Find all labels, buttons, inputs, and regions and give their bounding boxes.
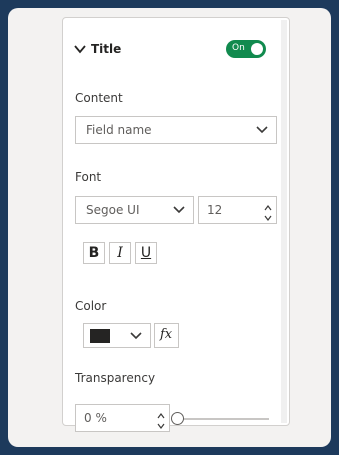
underline-button[interactable]: U xyxy=(135,242,157,264)
decrement-icon[interactable] xyxy=(264,210,272,221)
transparency-stepper[interactable]: 0 % xyxy=(75,404,170,432)
chevron-down-icon xyxy=(256,126,268,134)
conditional-format-button[interactable]: fx xyxy=(154,323,179,348)
font-size-value: 12 xyxy=(207,203,223,217)
font-family-value: Segoe UI xyxy=(86,203,140,217)
transparency-slider-thumb[interactable] xyxy=(171,412,184,425)
font-family-dropdown[interactable]: Segoe UI xyxy=(75,196,194,224)
decrement-icon[interactable] xyxy=(157,418,165,429)
fx-icon: fx xyxy=(160,327,173,342)
transparency-slider-track[interactable] xyxy=(177,418,269,420)
format-pane: Title On Content Field name Font Segoe U… xyxy=(62,17,290,432)
transparency-label: Transparency xyxy=(75,371,156,385)
content-dropdown[interactable]: Field name xyxy=(75,116,277,144)
chevron-down-icon xyxy=(130,332,142,340)
content-label: Content xyxy=(75,91,123,105)
color-picker[interactable] xyxy=(83,323,151,348)
font-size-stepper[interactable]: 12 xyxy=(198,196,277,224)
transparency-value: 0 % xyxy=(84,411,107,425)
chevron-down-icon xyxy=(173,206,185,214)
spinner-arrows-icon xyxy=(157,408,165,429)
content-dropdown-value: Field name xyxy=(86,123,152,137)
bold-button[interactable]: B xyxy=(83,242,105,264)
pane-scrollbar[interactable] xyxy=(281,20,287,423)
section-title: Title xyxy=(91,42,122,56)
format-card: Title On Content Field name Font Segoe U… xyxy=(8,8,331,447)
increment-icon[interactable] xyxy=(264,200,272,211)
chevron-down-icon xyxy=(74,45,86,54)
toggle-knob xyxy=(251,43,263,55)
color-swatch xyxy=(90,329,110,343)
italic-button[interactable]: I xyxy=(109,242,131,264)
color-label: Color xyxy=(75,299,107,313)
font-label: Font xyxy=(75,170,102,184)
toggle-label: On xyxy=(232,43,245,53)
spinner-arrows-icon xyxy=(264,200,272,221)
title-toggle[interactable]: On xyxy=(226,40,266,58)
increment-icon[interactable] xyxy=(157,408,165,419)
